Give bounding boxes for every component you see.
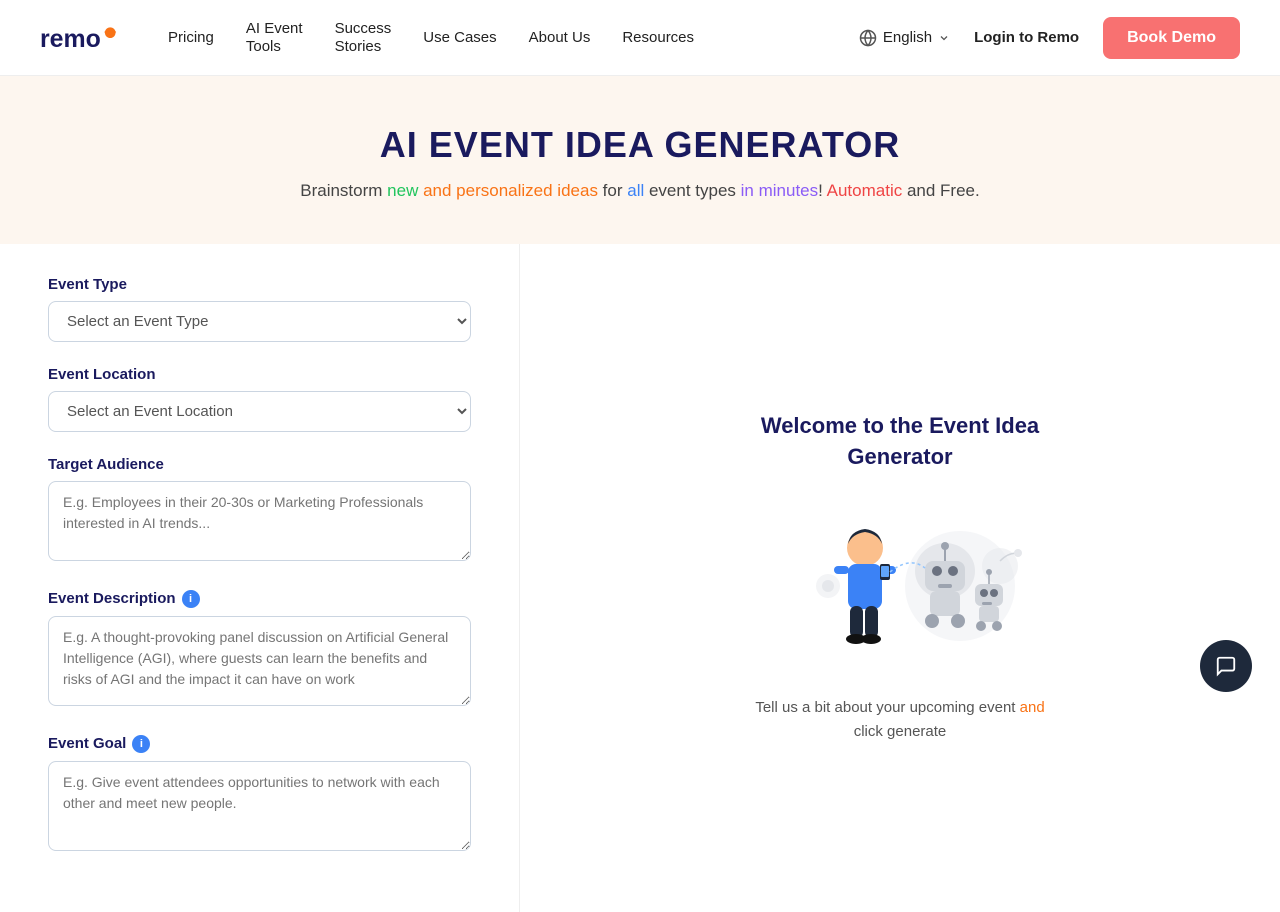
navbar: remo Pricing AI Event Tools Success Stor… bbox=[0, 0, 1280, 76]
event-goal-label: Event Goal i bbox=[48, 735, 471, 753]
welcome-subtitle: Tell us a bit about your upcoming event … bbox=[740, 696, 1060, 744]
event-location-label: Event Location bbox=[48, 366, 471, 383]
event-type-group: Event Type Select an Event Type bbox=[48, 276, 471, 342]
logo[interactable]: remo bbox=[40, 20, 120, 56]
nav-about-us[interactable]: About Us bbox=[529, 29, 591, 46]
chevron-down-icon bbox=[938, 32, 950, 44]
nav-success-stories[interactable]: Success Stories bbox=[335, 20, 392, 56]
book-demo-button[interactable]: Book Demo bbox=[1103, 17, 1240, 59]
welcome-panel: Welcome to the Event Idea Generator bbox=[520, 244, 1280, 912]
hero-section: AI EVENT IDEA GENERATOR Brainstorm new a… bbox=[0, 76, 1280, 244]
event-location-group: Event Location Select an Event Location bbox=[48, 366, 471, 432]
chat-button[interactable] bbox=[1200, 640, 1252, 692]
event-description-label: Event Description i bbox=[48, 590, 471, 608]
event-description-group: Event Description i bbox=[48, 590, 471, 711]
nav-pricing[interactable]: Pricing bbox=[168, 29, 214, 46]
event-location-select[interactable]: Select an Event Location bbox=[48, 391, 471, 432]
hero-subtitle: Brainstorm new and personalized ideas fo… bbox=[20, 178, 1260, 204]
target-audience-label: Target Audience bbox=[48, 456, 471, 473]
nav-ai-event-tools[interactable]: AI Event Tools bbox=[246, 20, 303, 56]
hero-title: AI EVENT IDEA GENERATOR bbox=[20, 124, 1260, 166]
nav-resources[interactable]: Resources bbox=[622, 29, 694, 46]
target-audience-input[interactable] bbox=[48, 481, 471, 561]
event-goal-input[interactable] bbox=[48, 761, 471, 851]
event-description-input[interactable] bbox=[48, 616, 471, 706]
welcome-card: Welcome to the Event Idea Generator bbox=[740, 411, 1060, 745]
event-type-label: Event Type bbox=[48, 276, 471, 293]
login-link[interactable]: Login to Remo bbox=[974, 29, 1079, 46]
form-panel: Event Type Select an Event Type Event Lo… bbox=[0, 244, 520, 912]
language-selector[interactable]: English bbox=[859, 29, 950, 47]
event-goal-group: Event Goal i bbox=[48, 735, 471, 856]
nav-use-cases[interactable]: Use Cases bbox=[423, 29, 496, 46]
event-type-select[interactable]: Select an Event Type bbox=[48, 301, 471, 342]
event-description-info-icon[interactable]: i bbox=[182, 590, 200, 608]
svg-text:remo: remo bbox=[40, 24, 101, 52]
welcome-title: Welcome to the Event Idea Generator bbox=[740, 411, 1060, 473]
target-audience-group: Target Audience bbox=[48, 456, 471, 566]
nav-right-area: English Login to Remo Book Demo bbox=[859, 17, 1240, 59]
main-content: Event Type Select an Event Type Event Lo… bbox=[0, 244, 1280, 912]
event-goal-info-icon[interactable]: i bbox=[132, 735, 150, 753]
illustration bbox=[760, 496, 1040, 676]
language-label: English bbox=[883, 29, 932, 46]
